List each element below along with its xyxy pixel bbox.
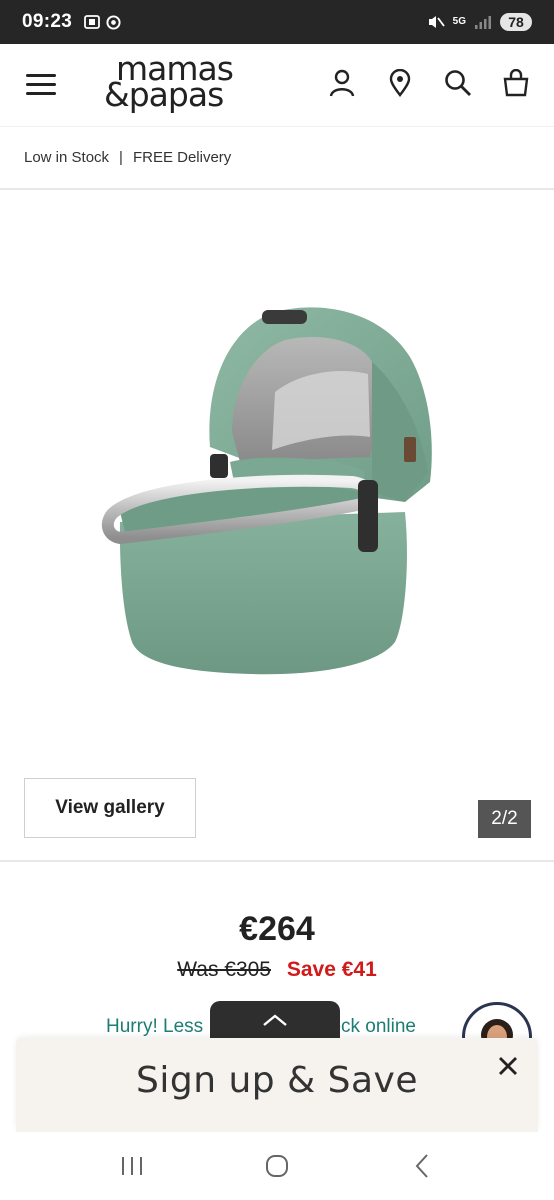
save-amount: Save €41 xyxy=(286,958,377,981)
product-image-area[interactable]: View gallery 2/2 xyxy=(0,192,554,860)
chrome-icon xyxy=(106,14,121,30)
back-icon[interactable] xyxy=(402,1148,442,1184)
status-bar: 09:23 5G 78 xyxy=(0,0,554,44)
site-header: mamas &papas xyxy=(0,44,554,126)
status-notification-icons xyxy=(84,14,121,30)
gallery-pager: 2/2 xyxy=(478,800,531,838)
carrycot-image xyxy=(101,307,432,675)
chevron-up-icon xyxy=(263,1014,287,1026)
collapse-tab[interactable] xyxy=(210,1001,340,1039)
signup-text: Sign up & Save xyxy=(136,1060,418,1101)
stock-separator: | xyxy=(119,149,123,166)
view-gallery-button[interactable]: View gallery xyxy=(24,778,196,838)
screenshot-icon xyxy=(84,15,101,29)
mute-icon xyxy=(428,16,445,28)
hurry-text-left: Hurry! Less xyxy=(106,1016,204,1037)
home-icon[interactable] xyxy=(257,1148,297,1184)
status-right-icons: 5G 78 xyxy=(427,13,532,31)
price-savings-row: Was €305 Save €41 xyxy=(0,958,554,982)
stock-delivery-strip: Low in Stock | FREE Delivery xyxy=(0,126,554,190)
network-type: 5G xyxy=(452,16,466,27)
current-price: €264 xyxy=(239,910,315,948)
was-price: Was €305 xyxy=(177,958,271,981)
system-nav-bar xyxy=(0,1132,554,1200)
brand-logo[interactable]: mamas &papas xyxy=(104,52,254,114)
search-icon[interactable] xyxy=(444,68,472,98)
stock-status: Low in Stock xyxy=(24,149,110,166)
recent-apps-icon[interactable] xyxy=(112,1148,152,1184)
section-divider xyxy=(0,860,554,862)
delivery-info: FREE Delivery xyxy=(132,149,232,166)
header-actions xyxy=(328,68,530,98)
menu-icon[interactable] xyxy=(26,74,56,96)
close-icon[interactable] xyxy=(496,1054,520,1078)
basket-icon[interactable] xyxy=(502,68,530,98)
battery-level: 78 xyxy=(500,13,532,31)
signup-banner[interactable]: Sign up & Save xyxy=(16,1038,538,1132)
signal-icon xyxy=(475,16,491,29)
status-time: 09:23 xyxy=(22,11,73,32)
account-icon[interactable] xyxy=(328,68,356,98)
store-locator-icon[interactable] xyxy=(386,68,414,98)
